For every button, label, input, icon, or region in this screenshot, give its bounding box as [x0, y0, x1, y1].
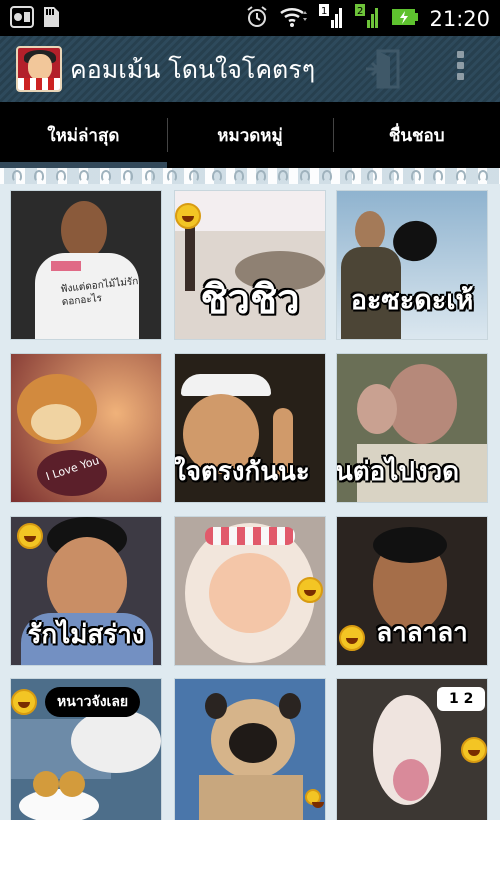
emoji-sticker-icon — [175, 203, 201, 229]
emoji-sticker-icon — [461, 737, 487, 763]
sd-card-icon — [42, 6, 60, 32]
grid-item-5[interactable]: ใจตรงกันนะ — [174, 353, 326, 503]
grid-item-2[interactable]: ชิวชิว — [174, 190, 326, 340]
grid-item-6[interactable]: นต่อไปงวด — [336, 353, 488, 503]
exit-icon[interactable] — [364, 49, 406, 93]
grid-item-5-caption: ใจตรงกันนะ — [174, 457, 310, 487]
signal-1-label: 1 — [321, 6, 327, 17]
tab-bar: ใหม่ล่าสุด หมวดหมู่ ชื่นชอบ — [0, 102, 500, 168]
bottom-blank-area — [0, 820, 500, 889]
grid-item-2-caption: ชิวชิว — [200, 277, 300, 323]
content-area[interactable]: ฟังแต่ดอกไม้ไม่รักดอกอะไร ชิวชิว อะซะดะเ… — [0, 168, 500, 820]
notebook-rings — [0, 170, 500, 184]
tab-categories[interactable]: หมวดหมู่ — [166, 102, 334, 168]
grid-item-8[interactable] — [174, 516, 326, 666]
battery-charging-icon — [391, 7, 419, 31]
emoji-sticker-icon — [11, 689, 37, 715]
grid-item-11[interactable] — [174, 678, 326, 820]
emoji-sticker-icon — [305, 789, 324, 808]
emoji-sticker-icon — [297, 577, 323, 603]
grid-item-12-bubble: 1 2 — [437, 687, 486, 711]
grid-item-9-caption: ลาลาลา — [376, 618, 468, 648]
app-logo-icon[interactable] — [16, 46, 62, 92]
grid-item-12[interactable]: 1 2 — [336, 678, 488, 820]
tab-favorites[interactable]: ชื่นชอบ — [333, 102, 500, 168]
tab-favorites-label: ชื่นชอบ — [388, 125, 445, 146]
tab-newest-label: ใหม่ล่าสุด — [47, 125, 120, 146]
grid-item-7-caption: รักไม่สร่าง — [27, 620, 145, 650]
status-bar: 1 2 21:20 — [0, 0, 500, 36]
app-title: คอมเม้น โดนใจโคตรๆ — [70, 55, 316, 84]
signal-2-label: 2 — [357, 6, 363, 17]
status-left — [10, 6, 60, 32]
grid-item-1[interactable]: ฟังแต่ดอกไม้ไม่รักดอกอะไร — [10, 190, 162, 340]
signal-2-icon: 2 — [355, 4, 381, 34]
grid-item-10[interactable]: หนาวจังเลย — [10, 678, 162, 820]
grid-item-6-caption: นต่อไปงวด — [336, 457, 460, 487]
overflow-menu-icon[interactable] — [452, 51, 468, 87]
grid-item-3-caption: อะซะดะเห้ — [350, 285, 474, 316]
signal-1-icon: 1 — [319, 4, 345, 34]
grid-item-3[interactable]: อะซะดะเห้ — [336, 190, 488, 340]
tab-newest[interactable]: ใหม่ล่าสุด — [0, 102, 167, 168]
status-right: 1 2 21:20 — [245, 4, 490, 34]
status-time: 21:20 — [429, 7, 490, 31]
grid-item-10-bubble: หนาวจังเลย — [45, 687, 141, 717]
grid-item-4[interactable]: I Love You — [10, 353, 162, 503]
grid-item-9[interactable]: ลาลาลา — [336, 516, 488, 666]
usb-debug-icon — [10, 6, 34, 32]
grid-item-7[interactable]: รักไม่สร่าง — [10, 516, 162, 666]
tab-categories-label: หมวดหมู่ — [217, 125, 283, 146]
emoji-sticker-icon — [17, 523, 43, 549]
action-bar: คอมเม้น โดนใจโคตรๆ — [0, 36, 500, 102]
wifi-icon — [279, 5, 309, 33]
alarm-icon — [245, 5, 269, 33]
